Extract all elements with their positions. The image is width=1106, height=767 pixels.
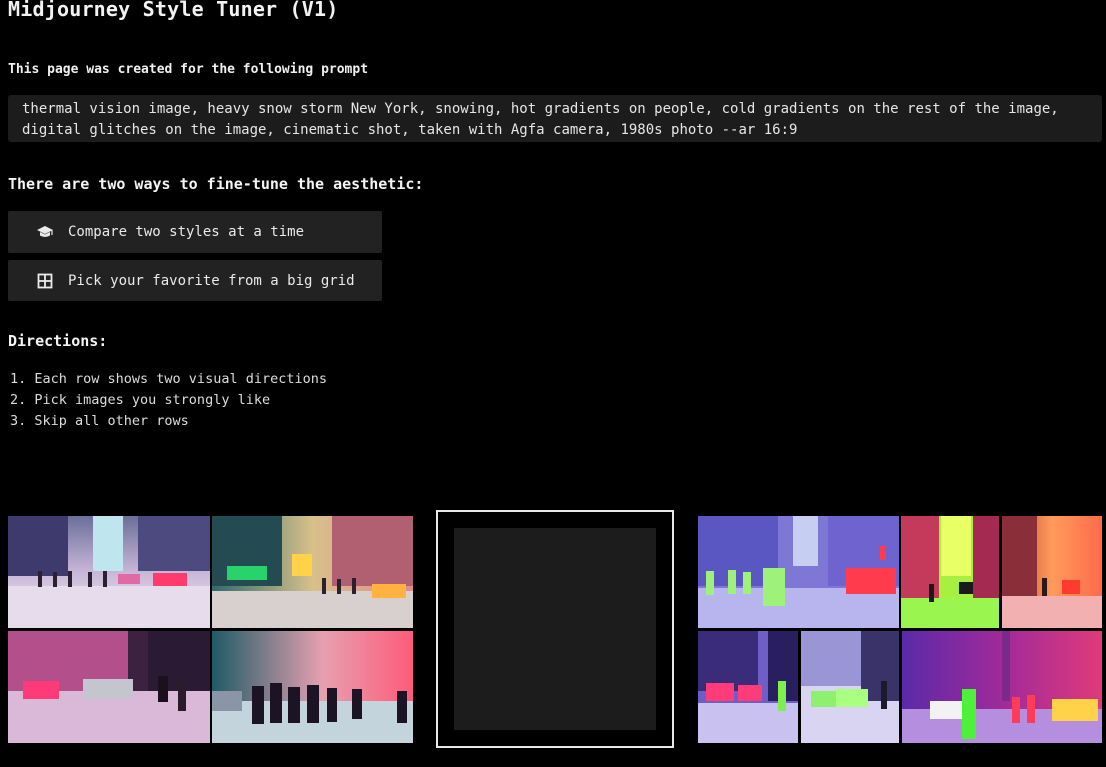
big-grid-button[interactable]: Pick your favorite from a big grid xyxy=(8,260,382,301)
directions-heading: Directions: xyxy=(8,332,108,350)
style-image-tile[interactable] xyxy=(8,516,210,628)
compare-styles-button[interactable]: Compare two styles at a time xyxy=(8,211,382,253)
direction-item: 3. Skip all other rows xyxy=(10,413,189,429)
grid-icon xyxy=(36,272,54,290)
modes-heading: There are two ways to fine-tune the aest… xyxy=(8,175,424,193)
style-grid-right[interactable] xyxy=(698,516,1102,743)
style-image-tile[interactable] xyxy=(901,516,999,628)
directions-list: 1. Each row shows two visual directions … xyxy=(10,369,327,432)
direction-item: 1. Each row shows two visual directions xyxy=(10,371,327,387)
selected-style-frame[interactable] xyxy=(436,510,674,748)
style-image-tile[interactable] xyxy=(212,631,413,743)
page-title: Midjourney Style Tuner (V1) xyxy=(8,0,339,21)
style-image-tile[interactable] xyxy=(212,516,413,628)
style-grid-left[interactable] xyxy=(8,516,413,743)
style-image-tile[interactable] xyxy=(1002,516,1102,628)
prompt-text: thermal vision image, heavy snow storm N… xyxy=(8,95,1102,142)
style-image-tile[interactable] xyxy=(801,631,899,743)
compare-styles-label: Compare two styles at a time xyxy=(68,224,305,240)
empty-image-slot xyxy=(454,528,656,730)
style-image-tile[interactable] xyxy=(8,631,210,743)
prompt-intro: This page was created for the following … xyxy=(8,62,369,77)
style-image-tile[interactable] xyxy=(698,516,899,628)
style-image-tile[interactable] xyxy=(902,631,1102,743)
graduation-cap-icon xyxy=(36,223,54,241)
direction-item: 2. Pick images you strongly like xyxy=(10,392,271,408)
big-grid-label: Pick your favorite from a big grid xyxy=(68,272,355,289)
style-image-tile[interactable] xyxy=(698,631,798,743)
